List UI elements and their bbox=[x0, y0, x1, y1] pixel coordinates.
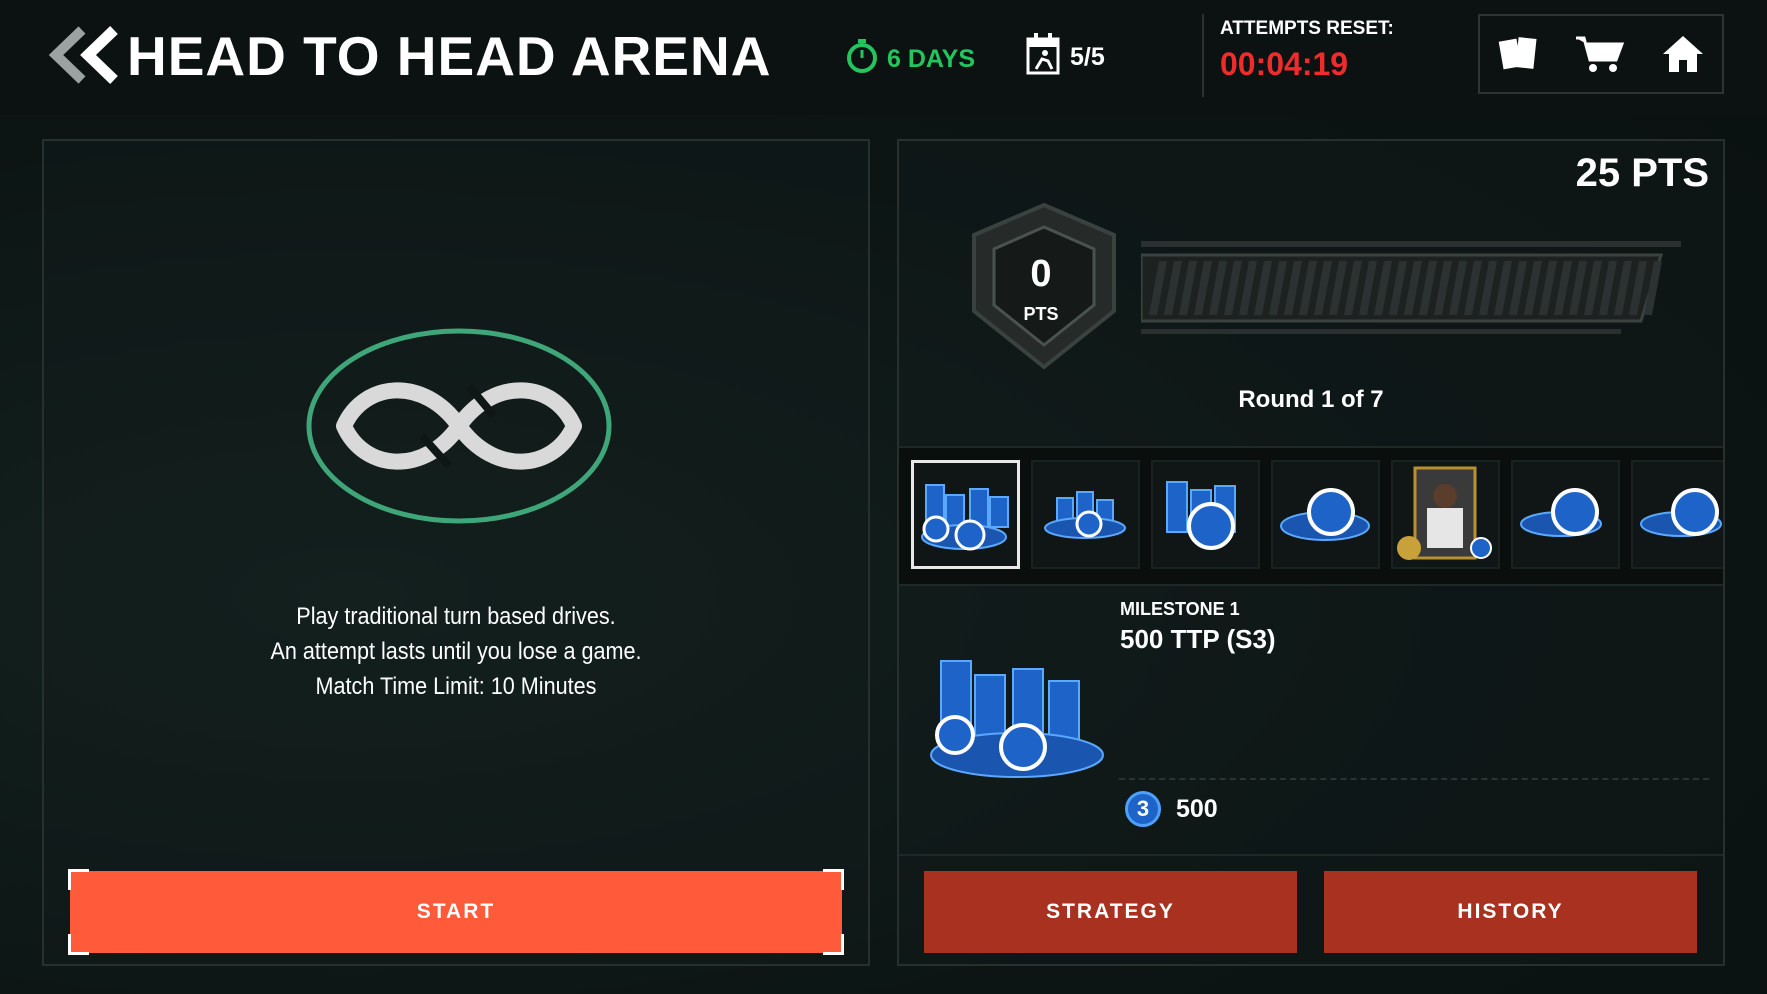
coin-pile-icon bbox=[1513, 488, 1617, 570]
history-button-label: HISTORY bbox=[1457, 900, 1564, 923]
history-button[interactable]: HISTORY bbox=[1324, 871, 1697, 953]
page-title: HEAD TO HEAD ARENA bbox=[127, 25, 772, 87]
coin-stack-large-icon bbox=[927, 651, 1107, 791]
reward-thumb-2[interactable] bbox=[1031, 460, 1140, 569]
header-divider bbox=[1202, 14, 1204, 97]
player-card-icon bbox=[1393, 466, 1497, 570]
back-chevron-icon[interactable] bbox=[42, 26, 124, 84]
corner-bracket bbox=[823, 869, 844, 890]
description-line: Match Time Limit: 10 Minutes bbox=[315, 673, 597, 700]
attempts-value: 5/5 bbox=[1070, 43, 1105, 71]
total-points: 25 PTS bbox=[1575, 151, 1709, 195]
start-button-label: START bbox=[416, 900, 496, 923]
reward-thumb-4[interactable] bbox=[1271, 460, 1380, 569]
tier-badge-icon: 3 bbox=[1125, 791, 1161, 827]
corner-bracket bbox=[823, 934, 844, 955]
coin-pile-icon bbox=[1273, 488, 1377, 570]
milestone-divider bbox=[1119, 778, 1709, 780]
strategy-button-label: STRATEGY bbox=[1046, 900, 1175, 923]
corner-bracket bbox=[68, 869, 89, 890]
reward-strip[interactable] bbox=[899, 446, 1723, 586]
top-bar: HEAD TO HEAD ARENA 6 DAYS 5/5 ATTEMPTS R… bbox=[0, 0, 1767, 115]
reward-thumb-1[interactable] bbox=[911, 460, 1020, 569]
tier-number: 3 bbox=[1136, 796, 1150, 821]
mode-description: Play traditional turn based drives. An a… bbox=[44, 599, 868, 704]
strategy-button[interactable]: STRATEGY bbox=[924, 871, 1297, 953]
coin-stack-medium-icon bbox=[1153, 481, 1257, 570]
description-line: An attempt lasts until you lose a game. bbox=[270, 638, 642, 665]
description-line: Play traditional turn based drives. bbox=[296, 603, 616, 630]
points-progress-bar bbox=[1139, 241, 1681, 346]
attempts-reset-label: ATTEMPTS RESET: bbox=[1220, 18, 1394, 39]
coin-pile-icon bbox=[1633, 488, 1723, 570]
coin-stack-large-icon bbox=[914, 484, 1018, 571]
coin-stack-small-icon bbox=[1033, 491, 1137, 570]
stopwatch-icon bbox=[845, 38, 879, 81]
current-points: 0 bbox=[1030, 253, 1052, 295]
reward-thumb-3[interactable] bbox=[1151, 460, 1260, 569]
cart-icon[interactable] bbox=[1574, 34, 1626, 74]
panel-divider bbox=[899, 854, 1723, 856]
event-timer: 6 DAYS bbox=[845, 38, 975, 81]
attempts-reset-timer: 00:04:19 bbox=[1220, 46, 1349, 82]
corner-bracket bbox=[68, 934, 89, 955]
rewards-panel: 25 PTS 0 PTS Round 1 of 7 MILESTONE 1 50… bbox=[897, 139, 1725, 966]
home-icon[interactable] bbox=[1661, 34, 1705, 74]
mode-panel: Play traditional turn based drives. An a… bbox=[42, 139, 870, 966]
tier-amount: 500 bbox=[1176, 795, 1218, 823]
milestone-label: MILESTONE 1 bbox=[1120, 599, 1240, 619]
round-indicator: Round 1 of 7 bbox=[1238, 386, 1384, 413]
calendar-player-icon bbox=[1026, 33, 1060, 82]
days-left-label: 6 DAYS bbox=[887, 45, 976, 73]
attempts-counter: 5/5 bbox=[1026, 33, 1105, 82]
milestone-reward: 500 TTP (S3) bbox=[1120, 624, 1276, 654]
current-points-label: PTS bbox=[1023, 304, 1059, 324]
reward-thumb-7[interactable] bbox=[1631, 460, 1723, 569]
start-button[interactable]: START bbox=[68, 869, 844, 955]
reward-thumb-5[interactable] bbox=[1391, 460, 1500, 569]
nav-icon-group bbox=[1478, 14, 1724, 94]
reward-thumb-6[interactable] bbox=[1511, 460, 1620, 569]
cards-icon[interactable] bbox=[1497, 34, 1539, 74]
h2h-logo-icon bbox=[304, 326, 614, 531]
